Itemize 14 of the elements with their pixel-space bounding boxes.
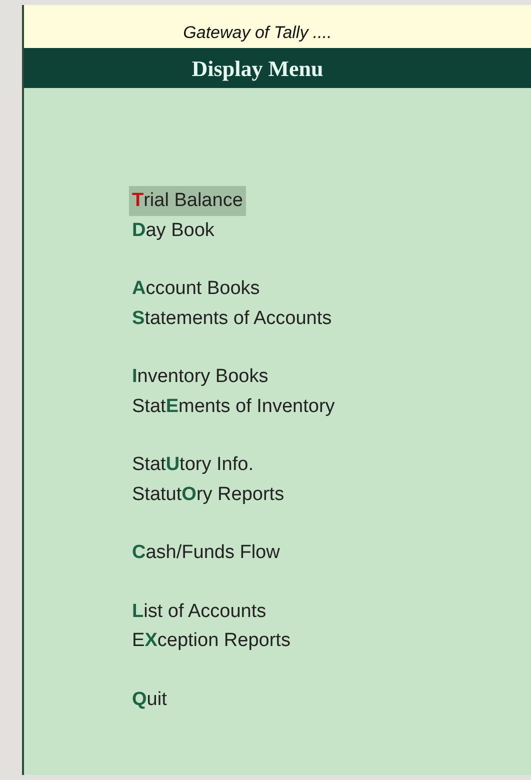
menu-item[interactable]: Account Books	[129, 274, 263, 304]
menu-item[interactable]: EXception Reports	[129, 626, 294, 656]
menu-item[interactable]: Trial Balance	[129, 186, 246, 216]
menu-title: Display Menu	[192, 54, 324, 83]
menu-item[interactable]: StatUtory Info.	[129, 450, 256, 480]
menu-item[interactable]: List of Accounts	[129, 596, 270, 626]
window-title: Gateway of Tally ....	[183, 22, 332, 44]
menu-item[interactable]: StatutOry Reports	[129, 480, 288, 509]
menu-item[interactable]: StatEments of Inventory	[129, 392, 338, 421]
menu-item[interactable]: Statements of Accounts	[129, 304, 335, 333]
menu-item[interactable]: Cash/Funds Flow	[129, 538, 283, 568]
menu-item[interactable]: Inventory Books	[129, 362, 272, 392]
menu-item[interactable]: Day Book	[129, 216, 218, 245]
menu-item[interactable]: Quit	[129, 684, 170, 714]
